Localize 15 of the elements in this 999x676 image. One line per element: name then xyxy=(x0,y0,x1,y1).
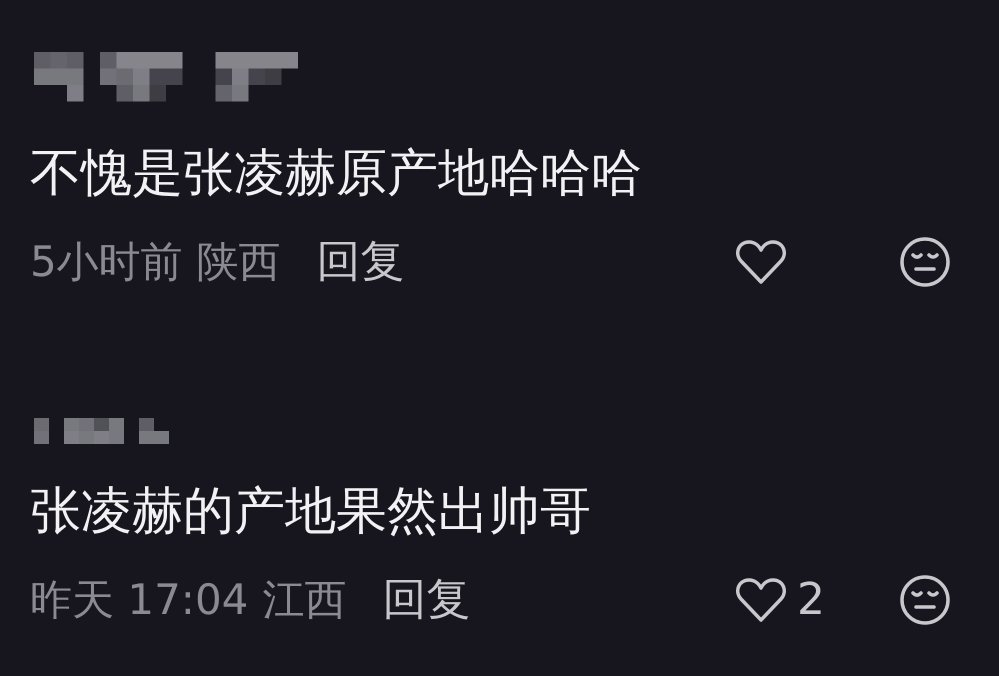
reply-button[interactable]: 回复 xyxy=(316,234,405,290)
like-button[interactable]: 2 xyxy=(735,572,859,628)
comment-time: 5小时前 xyxy=(30,236,183,288)
reply-button[interactable]: 回复 xyxy=(382,572,470,628)
comment-time: 昨天 17:04 xyxy=(30,574,248,626)
heart-icon xyxy=(735,238,787,284)
comment-location: 江西 xyxy=(262,574,346,626)
reaction-button[interactable] xyxy=(899,236,951,288)
comment-text: 张凌赫的产地果然出帅哥 xyxy=(30,482,592,542)
comment-location: 陕西 xyxy=(196,236,281,288)
sleepy-face-icon xyxy=(899,574,951,626)
sleepy-face-icon xyxy=(899,236,951,288)
reaction-button[interactable] xyxy=(899,574,951,626)
heart-icon xyxy=(735,576,787,622)
comment-text: 不愧是张凌赫原产地哈哈哈 xyxy=(30,144,643,204)
